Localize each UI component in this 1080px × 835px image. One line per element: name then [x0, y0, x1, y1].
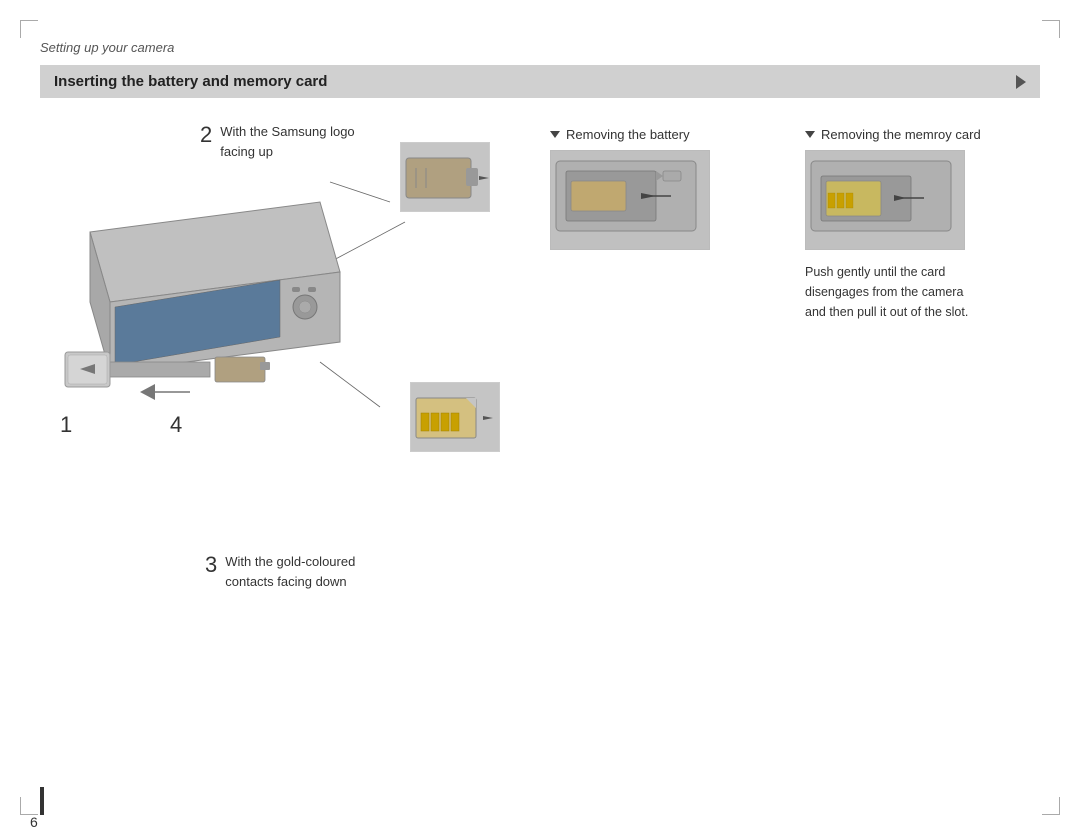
removing-battery-section: Removing the battery: [550, 127, 785, 322]
step-3-number: 3: [205, 552, 217, 578]
step-4-block: 4: [170, 412, 182, 438]
removing-row: Removing the battery: [550, 127, 1040, 322]
corner-mark-tr: [1042, 20, 1060, 38]
right-panel: Removing the battery: [550, 122, 1040, 482]
removing-memcard-image: [805, 150, 965, 250]
removing-battery-image: [550, 150, 710, 250]
corner-mark-tl: [20, 20, 38, 38]
callout-image-2: [400, 142, 490, 212]
corner-mark-bl: [20, 797, 38, 815]
page-accent-bar: [40, 787, 44, 815]
removing-memcard-title: Removing the memroy card: [805, 127, 1040, 142]
main-area: 2 With the Samsung logo facing up: [40, 122, 1040, 482]
step-3-text: With the gold-coloured contacts facing d…: [225, 552, 355, 591]
section-title: Setting up your camera: [40, 40, 1040, 55]
camera-diagram: [40, 142, 500, 482]
removing-memcard-triangle-icon: [805, 131, 815, 138]
removing-memcard-section: Removing the memroy card: [805, 127, 1040, 322]
page-number: 6: [30, 814, 38, 830]
removing-battery-label: Removing the battery: [566, 127, 690, 142]
corner-mark-br: [1042, 797, 1060, 815]
left-panel: 2 With the Samsung logo facing up: [40, 122, 520, 482]
step-1-number: 1: [60, 412, 72, 438]
section-header: Inserting the battery and memory card: [40, 65, 1040, 98]
removing-memcard-label: Removing the memroy card: [821, 127, 981, 142]
step-3-block: 3 With the gold-coloured contacts facing…: [205, 552, 355, 591]
step-1-block: 1: [60, 412, 72, 438]
next-arrow-icon[interactable]: [1016, 75, 1026, 89]
step-4-number: 4: [170, 412, 182, 437]
removing-memcard-description: Push gently until the card disengages fr…: [805, 262, 1040, 322]
camera-body-svg: [60, 172, 360, 412]
removing-battery-triangle-icon: [550, 131, 560, 138]
page-content: Setting up your camera Inserting the bat…: [40, 40, 1040, 795]
callout-image-3: [410, 382, 500, 452]
section-header-title: Inserting the battery and memory card: [54, 73, 327, 90]
removing-battery-title: Removing the battery: [550, 127, 785, 142]
